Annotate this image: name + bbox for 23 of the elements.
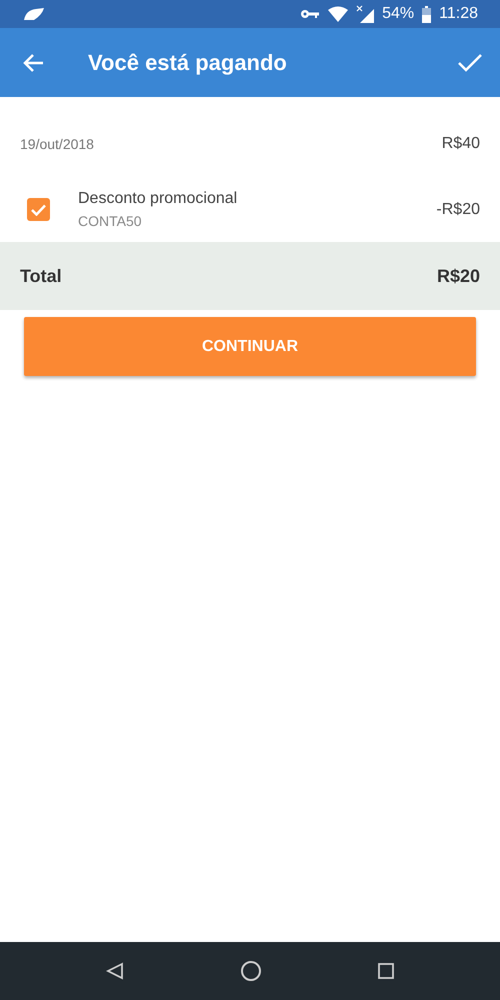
battery-percent: 54% (382, 4, 414, 24)
recents-icon[interactable] (378, 963, 394, 979)
back-arrow-icon[interactable] (22, 52, 44, 72)
home-icon[interactable] (240, 960, 262, 982)
clock-time: 11:28 (439, 4, 478, 24)
discount-code: CONTA50 (78, 212, 143, 231)
continue-button[interactable]: CONTINUAR (24, 317, 476, 376)
discount-amount: -R$20 (436, 200, 480, 220)
total-amount: R$20 (436, 264, 480, 288)
discount-label: Desconto promocional (78, 189, 238, 209)
payment-date: 19/out/2018 (20, 134, 94, 154)
date-amount: R$40 (442, 134, 480, 154)
discount-checkbox[interactable] (27, 198, 50, 221)
confirm-check-icon[interactable] (458, 54, 482, 72)
wifi-icon (328, 6, 348, 22)
total-label: Total (20, 264, 62, 288)
notification-icon (22, 7, 46, 21)
back-icon[interactable] (106, 962, 124, 980)
screen-title: Você está pagando (88, 49, 287, 77)
signal-icon (356, 5, 374, 23)
check-icon (31, 204, 46, 216)
battery-icon (422, 6, 432, 22)
key-icon (300, 9, 320, 19)
